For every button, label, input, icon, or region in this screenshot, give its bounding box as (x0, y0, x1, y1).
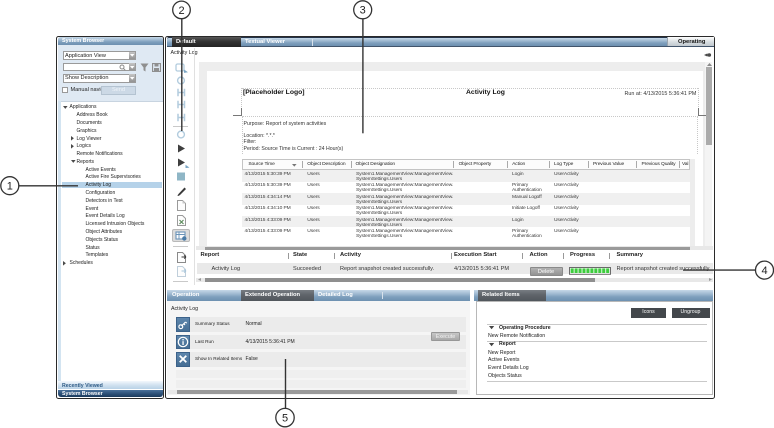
svg-text:5: 5 (282, 413, 288, 425)
svg-text:3: 3 (360, 5, 366, 17)
svg-text:1: 1 (7, 181, 13, 193)
svg-text:4: 4 (761, 265, 767, 277)
svg-text:2: 2 (178, 5, 184, 17)
